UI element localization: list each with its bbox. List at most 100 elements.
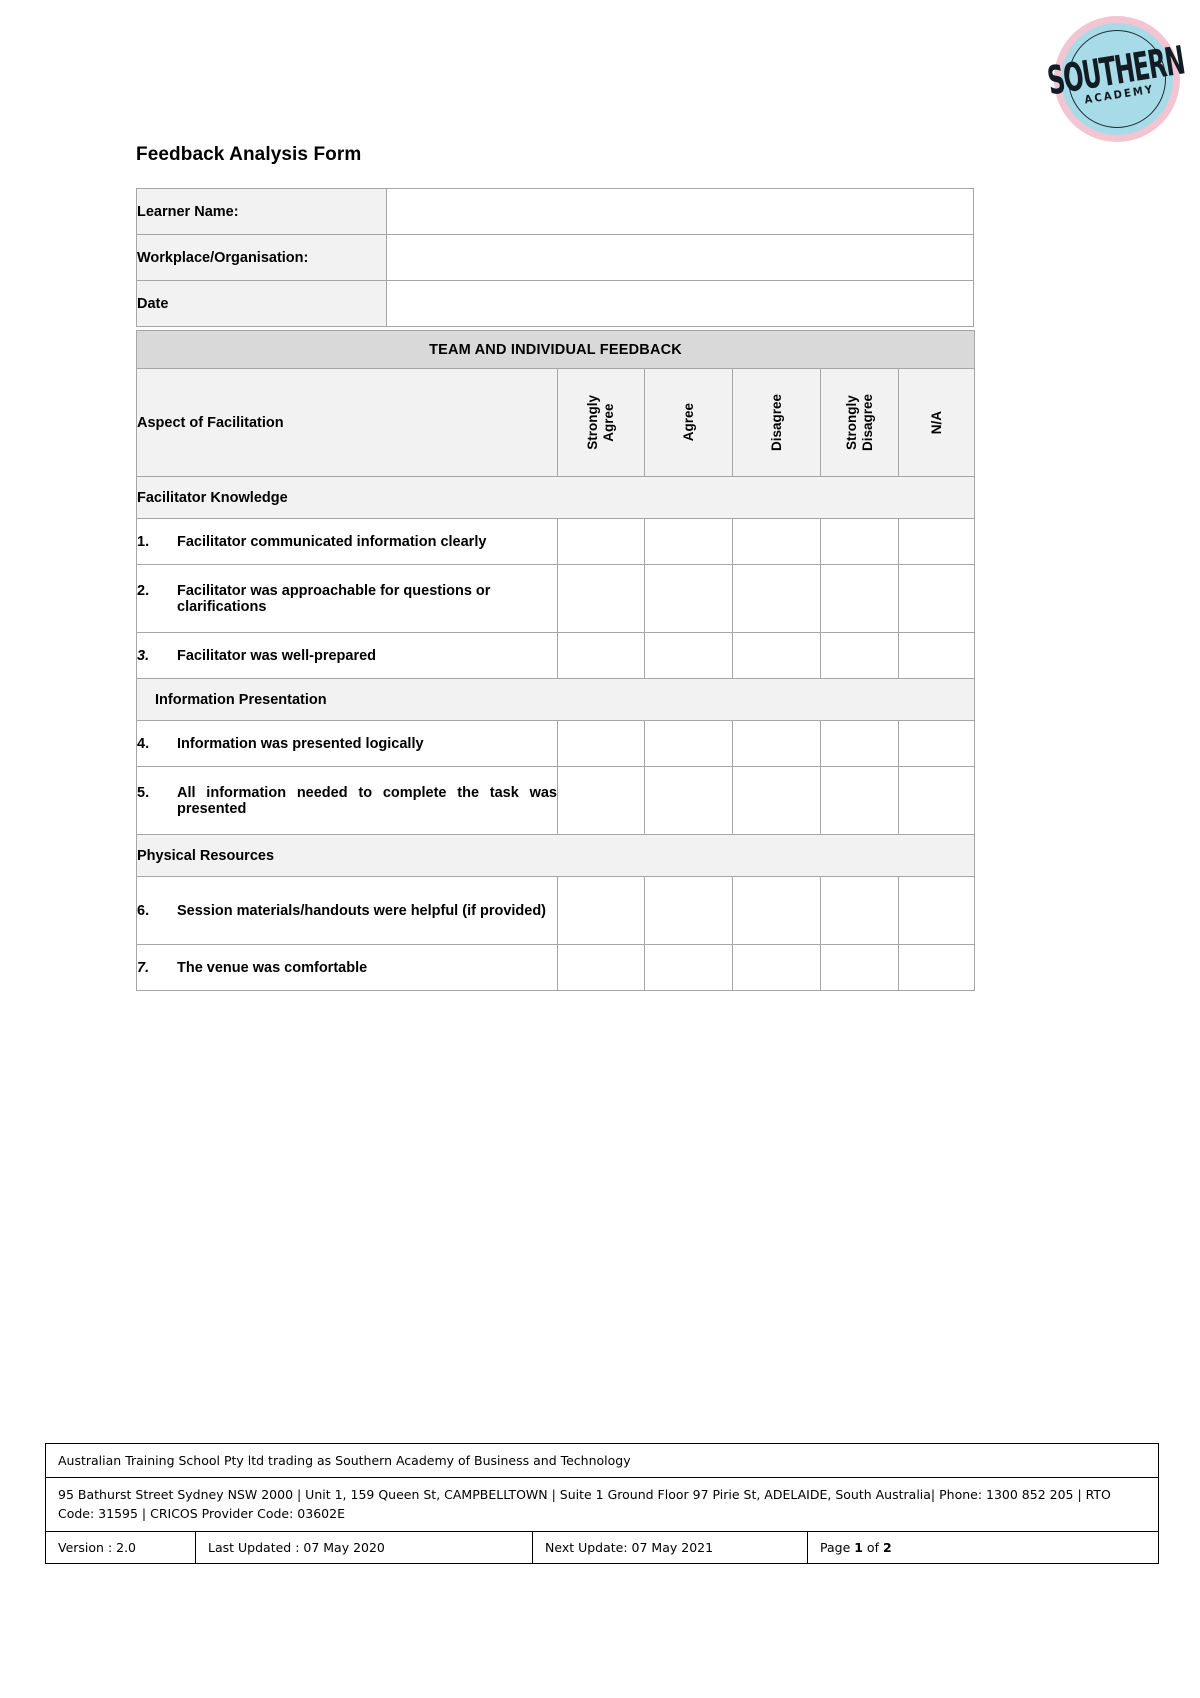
rating-cell-na[interactable]: [897, 518, 976, 565]
table-row: Learner Name:: [136, 188, 974, 235]
column-header-strongly-agree: Strongly Agree: [557, 368, 645, 477]
rating-cell-na[interactable]: [897, 944, 976, 991]
item-text: Facilitator was approachable for questio…: [177, 582, 491, 615]
table-row: 3. Facilitator was well-prepared: [136, 632, 976, 679]
item-text: Facilitator was well-prepared: [177, 647, 377, 664]
section-title-information-presentation: Information Presentation: [135, 678, 976, 721]
southern-academy-logo: SOUTHERN ACADEMY: [1044, 16, 1187, 142]
rating-cell-strongly-agree[interactable]: [557, 876, 645, 945]
section-header-row: Physical Resources: [135, 834, 976, 877]
item-2: 2. Facilitator was approachable for ques…: [136, 564, 558, 633]
rating-cell-strongly-agree[interactable]: [557, 518, 645, 565]
footer-legal-text: Australian Training School Pty ltd tradi…: [44, 1443, 1160, 1478]
footer-meta-row: Version : 2.0 Last Updated : 07 May 2020…: [45, 1530, 1160, 1564]
rating-cell-agree[interactable]: [644, 876, 733, 945]
rating-cell-agree[interactable]: [644, 944, 733, 991]
learner-name-input[interactable]: [386, 188, 974, 235]
rating-cell-disagree[interactable]: [732, 720, 821, 767]
footer-address-row: 95 Bathurst Street Sydney NSW 2000 | Uni…: [44, 1477, 1160, 1532]
rating-cell-strongly-disagree[interactable]: [820, 720, 899, 767]
rating-cell-disagree[interactable]: [732, 766, 821, 835]
rating-cell-agree[interactable]: [644, 564, 733, 633]
feedback-header-row: Aspect of Facilitation Strongly Agree Ag…: [136, 368, 976, 477]
page-title: Feedback Analysis Form: [136, 144, 362, 165]
rating-cell-strongly-disagree[interactable]: [820, 518, 899, 565]
table-row: 4. Information was presented logically: [136, 720, 976, 767]
page-footer: Australian Training School Pty ltd tradi…: [44, 1443, 1160, 1564]
rating-cell-strongly-disagree[interactable]: [820, 564, 899, 633]
rating-cell-na[interactable]: [897, 766, 976, 835]
logo-wordmark: SOUTHERN ACADEMY: [1044, 7, 1189, 151]
item-number: 1.: [137, 533, 150, 550]
feedback-banner-row: TEAM AND INDIVIDUAL FEEDBACK: [135, 330, 976, 369]
column-header-label: Strongly Disagree: [843, 393, 875, 452]
item-6: 6. Session materials/handouts were helpf…: [136, 876, 558, 945]
item-1: 1. Facilitator communicated information …: [136, 518, 558, 565]
footer-address-text: 95 Bathurst Street Sydney NSW 2000 | Uni…: [44, 1477, 1160, 1532]
rating-cell-strongly-disagree[interactable]: [820, 632, 899, 679]
section-header-row: Information Presentation: [135, 678, 976, 721]
learner-name-label: Learner Name:: [136, 188, 387, 235]
item-7: 7. The venue was comfortable: [136, 944, 558, 991]
footer-legal-row: Australian Training School Pty ltd tradi…: [44, 1443, 1160, 1478]
item-text: Session materials/handouts were helpful …: [177, 902, 547, 919]
rating-cell-disagree[interactable]: [732, 518, 821, 565]
column-header-label: N/A: [928, 410, 944, 435]
item-number: 3.: [137, 647, 150, 664]
rating-cell-na[interactable]: [897, 564, 976, 633]
item-text: Facilitator communicated information cle…: [177, 533, 487, 550]
rating-cell-strongly-disagree[interactable]: [820, 944, 899, 991]
column-header-label: Strongly Agree: [585, 395, 616, 450]
column-header-na: N/A: [897, 368, 976, 477]
rating-cell-strongly-agree[interactable]: [557, 632, 645, 679]
page-current: 1: [854, 1539, 863, 1555]
item-3: 3. Facilitator was well-prepared: [136, 632, 558, 679]
rating-cell-strongly-agree[interactable]: [557, 564, 645, 633]
rating-cell-agree[interactable]: [644, 766, 733, 835]
section-title-physical-resources: Physical Resources: [135, 834, 976, 877]
page-total: 2: [882, 1539, 892, 1555]
page-middle: of: [862, 1539, 883, 1555]
rating-cell-agree[interactable]: [644, 518, 733, 565]
date-input[interactable]: [386, 280, 974, 327]
table-row: Date: [136, 280, 974, 327]
rating-cell-disagree[interactable]: [732, 944, 821, 991]
aspect-of-facilitation-header: Aspect of Facilitation: [136, 368, 558, 477]
table-row: Workplace/Organisation:: [136, 234, 974, 281]
item-number: 4.: [137, 735, 150, 752]
column-header-disagree: Disagree: [732, 368, 821, 477]
rating-cell-strongly-disagree[interactable]: [820, 876, 899, 945]
column-header-label: Disagree: [768, 393, 784, 452]
rating-cell-na[interactable]: [897, 720, 976, 767]
footer-next-update: Next Update: 07 May 2021: [532, 1530, 808, 1564]
column-header-agree: Agree: [644, 368, 733, 477]
item-number: 6.: [137, 902, 150, 919]
section-title-facilitator-knowledge: Facilitator Knowledge: [135, 476, 976, 519]
feedback-banner: TEAM AND INDIVIDUAL FEEDBACK: [135, 330, 976, 369]
table-row: 2. Facilitator was approachable for ques…: [136, 564, 976, 633]
rating-cell-na[interactable]: [897, 632, 976, 679]
rating-cell-disagree[interactable]: [732, 564, 821, 633]
item-number: 7.: [137, 959, 150, 976]
footer-last-updated: Last Updated : 07 May 2020: [195, 1530, 533, 1564]
rating-cell-agree[interactable]: [644, 720, 733, 767]
date-label: Date: [136, 280, 387, 327]
rating-cell-strongly-agree[interactable]: [557, 766, 645, 835]
learner-details-table: Learner Name: Workplace/Organisation: Da…: [136, 188, 974, 327]
table-row: 6. Session materials/handouts were helpf…: [136, 876, 976, 945]
rating-cell-strongly-agree[interactable]: [557, 944, 645, 991]
item-number: 2.: [137, 582, 150, 599]
workplace-label: Workplace/Organisation:: [136, 234, 387, 281]
footer-page-number: Page 1 of 2: [806, 1530, 1160, 1564]
rating-cell-strongly-agree[interactable]: [557, 720, 645, 767]
rating-cell-agree[interactable]: [644, 632, 733, 679]
rating-cell-strongly-disagree[interactable]: [820, 766, 899, 835]
rating-cell-disagree[interactable]: [732, 632, 821, 679]
feedback-table: TEAM AND INDIVIDUAL FEEDBACK Aspect of F…: [135, 330, 976, 991]
item-text: Information was presented logically: [177, 735, 424, 752]
item-text: All information needed to complete the t…: [177, 784, 557, 817]
rating-cell-na[interactable]: [897, 876, 976, 945]
item-4: 4. Information was presented logically: [136, 720, 558, 767]
rating-cell-disagree[interactable]: [732, 876, 821, 945]
workplace-input[interactable]: [386, 234, 974, 281]
